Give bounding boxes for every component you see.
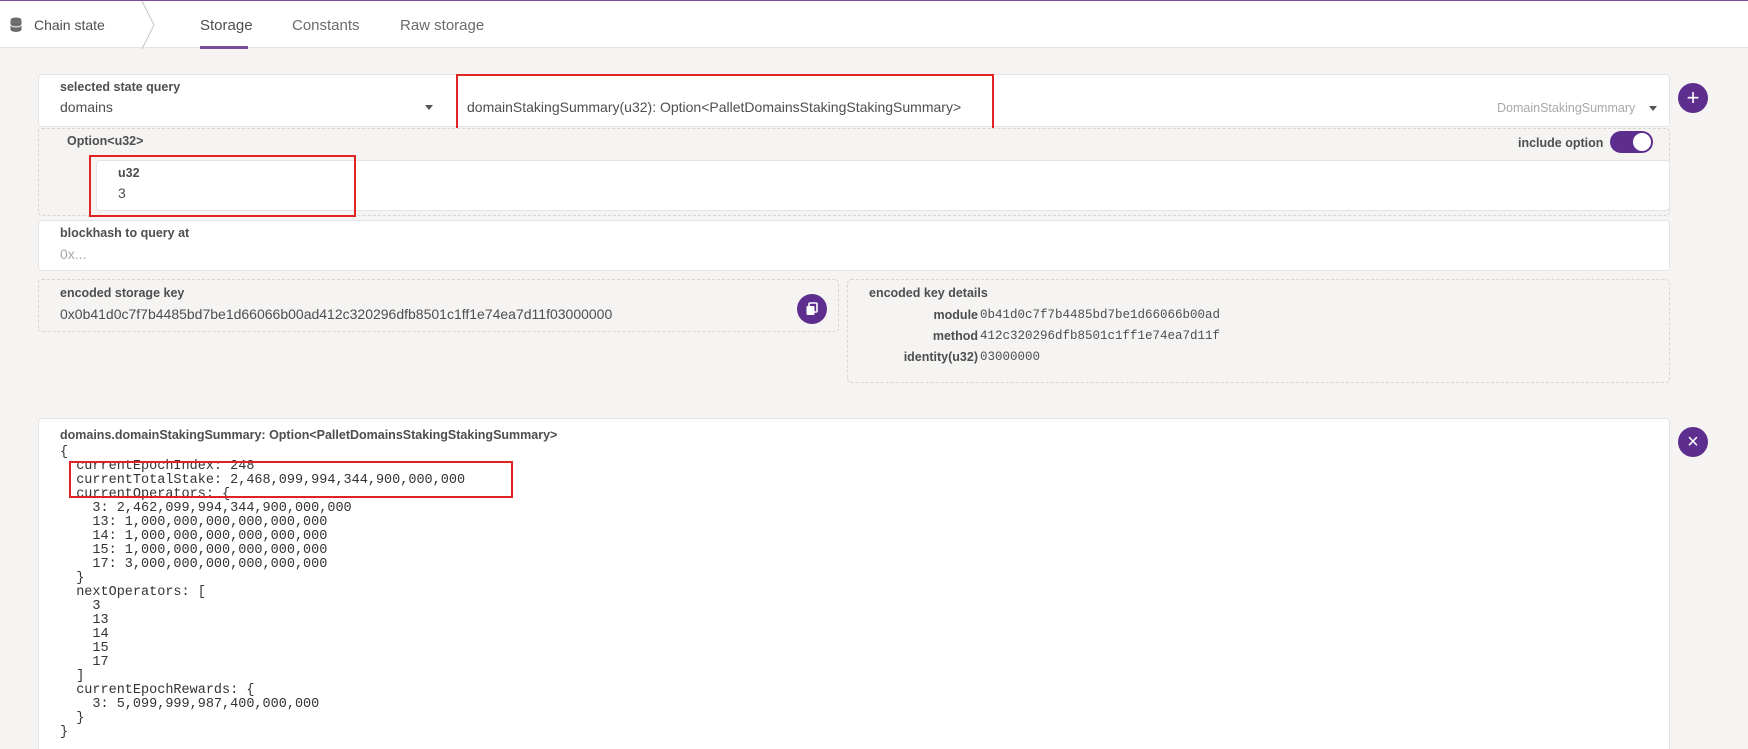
include-option-toggle[interactable] [1610,131,1653,153]
encoded-key-details: encoded key details module 0b41d0c7f7b44… [847,279,1670,383]
detail-identity-value: 03000000 [980,350,1041,364]
blockhash-input[interactable]: blockhash to query at 0x... [38,220,1670,271]
result-line: 14: 1,000,000,000,000,000,000 [60,529,328,544]
detail-method-value: 412c320296dfb8501c1ff1e74ea7d11f [980,329,1221,343]
result-line: { [60,445,69,460]
top-navigation-bar: Chain state Storage Constants Raw storag… [0,0,1748,49]
result-line: 14 [60,627,109,642]
blockhash-placeholder[interactable]: 0x... [60,246,86,262]
tab-storage[interactable]: Storage [200,17,253,34]
encoded-details-label: encoded key details [869,286,988,300]
include-option-label: include option [1518,136,1604,150]
result-line: ] [60,669,85,684]
module-select[interactable]: domains [60,99,113,115]
encoded-key-label: encoded storage key [60,286,185,300]
breadcrumb[interactable]: Chain state [0,1,152,48]
highlight-method [456,74,994,135]
result-line: currentEpochRewards: { [60,683,255,698]
encoded-key-value: 0x0b41d0c7f7b4485bd7be1d66066b00ad412c32… [60,306,613,322]
active-tab-indicator [200,46,248,49]
copy-icon [806,302,818,315]
result-line: nextOperators: [ [60,585,206,600]
tab-raw-storage[interactable]: Raw storage [400,17,484,34]
result-line: 17: 3,000,000,000,000,000,000 [60,557,328,572]
encoded-storage-key-area: encoded storage key 0x0b41d0c7f7b4485bd7… [38,279,839,332]
selected-query-label: selected state query [60,80,181,94]
method-dropdown-icon[interactable] [1649,106,1657,111]
database-icon [10,17,22,32]
tab-constants[interactable]: Constants [292,17,360,34]
result-line: } [60,711,85,726]
method-short-name: DomainStakingSummary [1497,101,1636,115]
module-dropdown-icon[interactable] [425,105,433,110]
result-line: 13 [60,613,109,628]
section-title: Chain state [34,17,105,33]
result-line: } [60,725,69,740]
breadcrumb-separator-icon [141,1,155,49]
detail-identity-label: identity(u32) [903,350,978,364]
toggle-knob [1633,133,1651,151]
close-result-button[interactable]: × [1678,427,1708,457]
copy-button[interactable] [797,294,827,324]
result-line: 15: 1,000,000,000,000,000,000 [60,543,328,558]
add-query-button[interactable]: + [1678,83,1708,113]
highlight-total-stake [69,461,513,498]
result-line: 13: 1,000,000,000,000,000,000 [60,515,328,530]
result-line: 3 [60,599,101,614]
result-line: 3: 2,462,099,994,344,900,000,000 [60,501,352,516]
highlight-param [89,155,356,217]
result-line: 3: 5,099,999,987,400,000,000 [60,697,320,712]
blockhash-label: blockhash to query at [60,226,190,240]
result-title: domains.domainStakingSummary: Option<Pal… [60,428,558,442]
param-option-label: Option<u32> [67,134,144,148]
result-line: 15 [60,641,109,656]
result-line: } [60,571,85,586]
detail-module-value: 0b41d0c7f7b4485bd7be1d66066b00ad [980,308,1221,322]
result-line: 17 [60,655,109,670]
detail-method-label: method [932,329,978,343]
detail-module-label: module [933,308,978,322]
